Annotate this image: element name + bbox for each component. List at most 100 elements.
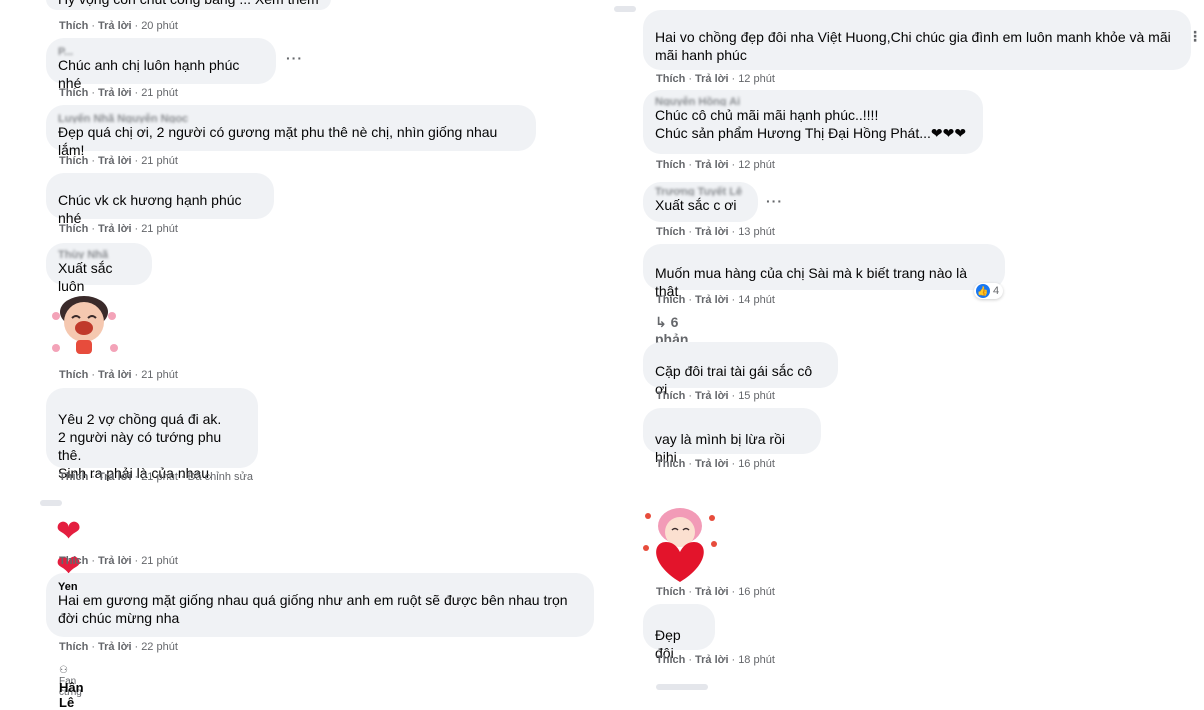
timestamp: 12 phút bbox=[738, 159, 775, 171]
laughing-girl-sticker bbox=[52, 296, 118, 354]
timestamp: 21 phút bbox=[141, 471, 178, 483]
more-dots-icon[interactable]: ··· bbox=[766, 193, 783, 209]
commenter-name[interactable]: Hân Lê bbox=[59, 680, 84, 710]
comment-meta: Thích · Trả lời · 16 phút bbox=[656, 586, 775, 598]
like-link[interactable]: Thích bbox=[656, 458, 685, 470]
timestamp: 16 phút bbox=[738, 586, 775, 598]
like-link[interactable]: Thích bbox=[59, 471, 88, 483]
reaction-count[interactable]: 👍 4 bbox=[974, 283, 1004, 299]
commenter-name[interactable] bbox=[58, 181, 262, 191]
comment-bubble: vay là mình bị lừa rồi hihi bbox=[643, 408, 821, 465]
comment-text: Chúc vk ck hương hạnh phúc nhé bbox=[58, 192, 242, 226]
reply-link[interactable]: Trả lời bbox=[98, 155, 132, 167]
comment-meta: Thích · Trả lời · 13 phút bbox=[656, 226, 775, 238]
comment-meta: Thích · Trả lời · 21 phút bbox=[59, 87, 178, 99]
reply-link[interactable]: Trả lời bbox=[695, 226, 729, 238]
more-dots-icon[interactable]: ··· bbox=[286, 50, 303, 66]
reply-link[interactable]: Trả lời bbox=[695, 73, 729, 85]
timestamp: 18 phút bbox=[738, 654, 775, 666]
like-link[interactable]: Thích bbox=[656, 73, 685, 85]
reply-link[interactable]: Trả lời bbox=[695, 654, 729, 666]
timestamp: 15 phút bbox=[738, 390, 775, 402]
comment-meta: Thích · Trả lời · 21 phút bbox=[59, 555, 178, 567]
timestamp: 21 phút bbox=[141, 223, 178, 235]
more-dots-icon[interactable]: ⋮ bbox=[1188, 28, 1203, 45]
comment-meta: Thích · Trả lời · 15 phút bbox=[656, 390, 775, 402]
comment-meta: Thích · Trả lời · 22 phút bbox=[59, 641, 178, 653]
timestamp: 12 phút bbox=[738, 73, 775, 85]
like-reaction-icon: 👍 bbox=[976, 284, 990, 298]
timestamp: 21 phút bbox=[141, 87, 178, 99]
reply-link[interactable]: Trả lời bbox=[98, 555, 132, 567]
reply-link[interactable]: Trả lời bbox=[98, 223, 132, 235]
comment-bubble: Yen Hai em gương mặt giống nhau quá giốn… bbox=[46, 573, 594, 637]
like-link[interactable]: Thích bbox=[656, 654, 685, 666]
comment-meta: Thích · Trả lời · 18 phút bbox=[656, 654, 775, 666]
like-link[interactable]: Thích bbox=[59, 20, 88, 32]
sticker-image bbox=[640, 504, 720, 584]
sticker-image bbox=[46, 290, 122, 362]
comment-bubble: Trương Tuyết Lê Xuất sắc c ơi bbox=[643, 182, 758, 222]
timestamp: 21 phút bbox=[141, 369, 178, 381]
comment-meta: Thích · Trả lời · 14 phút bbox=[656, 294, 775, 306]
like-link[interactable]: Thích bbox=[656, 226, 685, 238]
commenter-name[interactable]: Thùy Nhã bbox=[58, 249, 140, 259]
like-link[interactable]: Thích bbox=[656, 294, 685, 306]
comment-text: Đẹp quá chị ơi, 2 người có gương mặt phu… bbox=[58, 124, 498, 158]
timestamp: 13 phút bbox=[738, 226, 775, 238]
comment-text: Hy vọng con chút công bằng ... Xem thêm bbox=[58, 0, 319, 8]
comment-text: Chúc cô chủ mãi mãi hạnh phúc..!!!! Chúc… bbox=[655, 107, 967, 141]
reply-link[interactable]: Trả lời bbox=[98, 20, 132, 32]
commenter-name[interactable]: P... bbox=[58, 46, 264, 56]
like-link[interactable]: Thích bbox=[59, 641, 88, 653]
reply-link[interactable]: Trả lời bbox=[98, 369, 132, 381]
like-link[interactable]: Thích bbox=[59, 223, 88, 235]
commenter-name[interactable]: Luyến Nhã Nguyễn Ngọc bbox=[58, 113, 524, 123]
like-link[interactable]: Thích bbox=[59, 369, 88, 381]
like-link[interactable]: Thích bbox=[656, 390, 685, 402]
heart-hug-girl-sticker bbox=[643, 508, 717, 582]
name-placeholder bbox=[40, 500, 62, 506]
like-link[interactable]: Thích bbox=[59, 155, 88, 167]
reply-link[interactable]: Trả lời bbox=[695, 586, 729, 598]
reply-link[interactable]: Trả lời bbox=[695, 390, 729, 402]
like-link[interactable]: Thích bbox=[656, 159, 685, 171]
avatar bbox=[614, 6, 636, 12]
comment-meta: Thích · Trả lời · 21 phút bbox=[59, 155, 178, 167]
comment-meta: Thích · Trả lời · 16 phút bbox=[656, 458, 775, 470]
timestamp: 21 phút bbox=[141, 155, 178, 167]
comment-bubble: Đẹp đôi bbox=[643, 604, 715, 661]
comment-text: Hai em gương mặt giống nhau quá giống nh… bbox=[58, 592, 568, 626]
reply-link[interactable]: Trả lời bbox=[695, 294, 729, 306]
like-link[interactable]: Thích bbox=[59, 555, 88, 567]
like-link[interactable]: Thích bbox=[59, 87, 88, 99]
comment-meta: Thích · Trả lời · 12 phút bbox=[656, 73, 775, 85]
fan-badge-icon: ⚇ bbox=[59, 665, 68, 676]
reply-link[interactable]: Trả lời bbox=[98, 87, 132, 99]
timestamp: 21 phút bbox=[141, 555, 178, 567]
name-placeholder bbox=[656, 684, 708, 690]
reply-link[interactable]: Trả lời bbox=[98, 641, 132, 653]
comment-bubble: Hy vọng con chút công bằng ... Xem thêm bbox=[46, 0, 331, 10]
reply-link[interactable]: Trả lời bbox=[695, 458, 729, 470]
reply-link[interactable]: Trả lời bbox=[98, 471, 132, 483]
reaction-number: 4 bbox=[993, 285, 1000, 297]
timestamp: 16 phút bbox=[738, 458, 775, 470]
comment-text: Xuất sắc c ơi bbox=[655, 197, 737, 213]
comment-bubble: Nguyễn Hồng Ai Chúc cô chủ mãi mãi hạnh … bbox=[643, 90, 983, 154]
comment-bubble: Thùy Nhã Xuất sắc luôn bbox=[46, 243, 152, 294]
comment-bubble: Yêu 2 vợ chồng quá đi ak. 2 người này có… bbox=[46, 388, 258, 481]
edited-label: Đã chỉnh sửa bbox=[187, 471, 254, 483]
timestamp: 14 phút bbox=[738, 294, 775, 306]
commenter-name[interactable]: Trương Tuyết Lê bbox=[655, 186, 746, 196]
comment-text: Hai vo chồng đẹp đôi nha Việt Huong,Chi … bbox=[655, 29, 1171, 63]
comment-bubble: Luyến Nhã Nguyễn Ngọc Đẹp quá chị ơi, 2 … bbox=[46, 105, 536, 158]
like-link[interactable]: Thích bbox=[656, 586, 685, 598]
comment-meta: Thích · Trả lời · 12 phút bbox=[656, 159, 775, 171]
commenter-name[interactable]: Yen bbox=[58, 581, 582, 591]
comment-meta: Thích · Trả lời · 21 phút bbox=[59, 223, 178, 235]
reply-link[interactable]: Trả lời bbox=[695, 159, 729, 171]
commenter-name[interactable]: Nguyễn Hồng Ai bbox=[655, 96, 971, 106]
timestamp: 22 phút bbox=[141, 641, 178, 653]
comment-meta: Thích · Trả lời · 21 phút bbox=[59, 369, 178, 381]
